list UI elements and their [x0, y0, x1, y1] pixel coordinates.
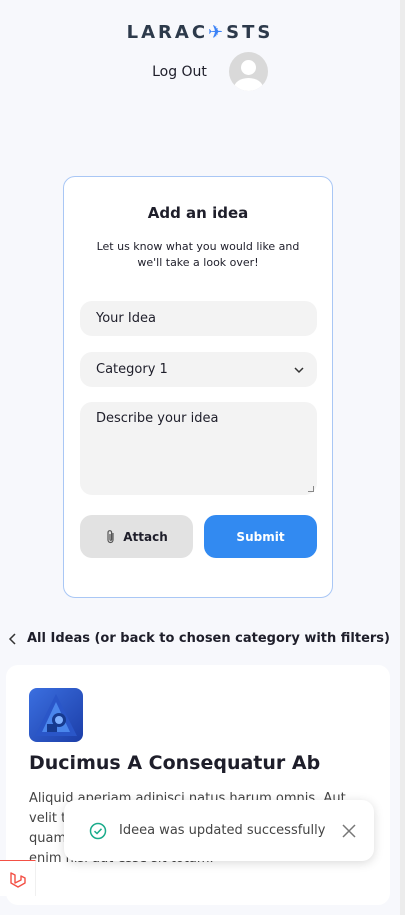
description-textarea[interactable]: Describe your idea	[80, 402, 317, 495]
avatar[interactable]	[228, 52, 268, 91]
user-bar: Log Out	[0, 52, 400, 91]
back-label: All Ideas (or back to chosen category wi…	[27, 631, 390, 646]
paperclip-icon	[107, 529, 114, 543]
idea-title-input[interactable]: Your Idea	[80, 301, 317, 336]
logo-arrow-icon: ✈	[208, 22, 227, 43]
success-toast: Ideea was updated successfully	[64, 800, 374, 861]
resize-handle-icon[interactable]	[308, 486, 314, 492]
submit-label: Submit	[236, 529, 285, 544]
submit-button[interactable]: Submit	[204, 515, 317, 558]
toast-message: Ideea was updated successfully	[119, 823, 326, 838]
description-placeholder: Describe your idea	[96, 411, 219, 426]
category-selected-value: Category 1	[96, 362, 168, 377]
category-select[interactable]: Category 1	[80, 352, 317, 387]
close-icon[interactable]	[341, 823, 357, 839]
laracasts-logo[interactable]: LARAC✈STS	[0, 22, 400, 43]
attach-button[interactable]: Attach	[80, 515, 193, 558]
back-link[interactable]: All Ideas (or back to chosen category wi…	[8, 631, 390, 646]
form-subtitle: Let us know what you would like and we'l…	[96, 240, 300, 269]
logout-link[interactable]: Log Out	[152, 64, 207, 80]
chevron-left-icon	[8, 632, 16, 645]
attach-label: Attach	[123, 529, 168, 544]
scrollbar[interactable]	[400, 0, 405, 915]
idea-thumbnail	[29, 688, 83, 742]
form-title: Add an idea	[147, 204, 249, 222]
check-circle-icon	[89, 822, 107, 839]
idea-title: Ducimus A Consequatur Ab	[29, 752, 321, 774]
idea-title-placeholder: Your Idea	[96, 311, 156, 326]
laravel-icon	[9, 871, 26, 888]
chevron-down-icon	[294, 366, 304, 373]
idea-card[interactable]: Ducimus A Consequatur Ab Aliquid aperiam…	[6, 665, 390, 905]
add-idea-card: Add an idea Let us know what you would l…	[63, 176, 333, 598]
laravel-debug-badge[interactable]	[0, 860, 36, 896]
